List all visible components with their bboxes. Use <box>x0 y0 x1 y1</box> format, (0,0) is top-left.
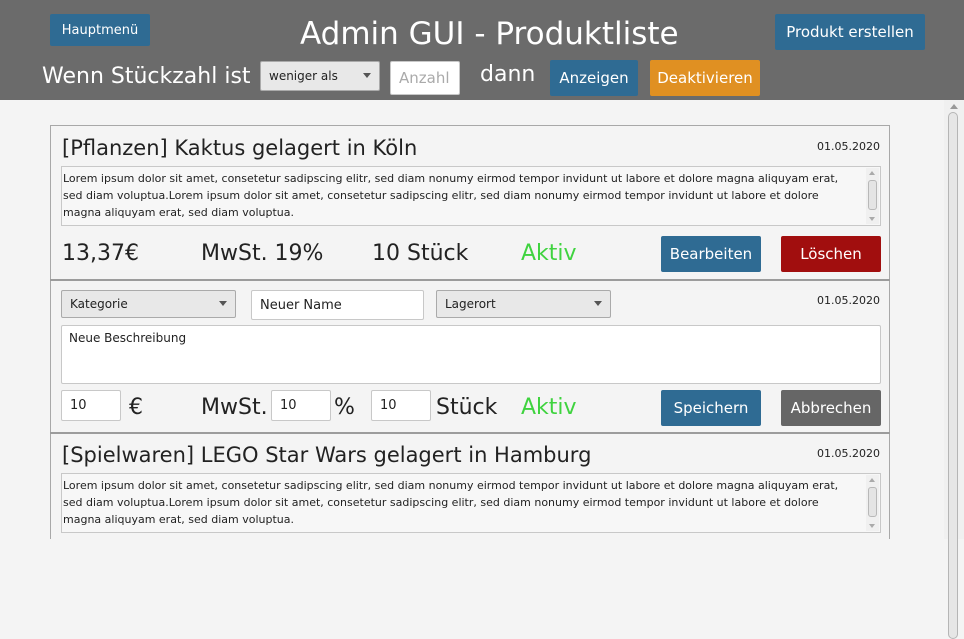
category-select[interactable]: Kategorie <box>61 290 236 318</box>
name-input[interactable]: Neuer Name <box>251 290 424 320</box>
product-description-text: Lorem ipsum dolor sit amet, consetetur s… <box>63 479 839 526</box>
amount-placeholder: Anzahl <box>399 69 450 87</box>
filter-comparison-value: weniger als <box>269 69 338 83</box>
product-description[interactable]: Lorem ipsum dolor sit amet, consetetur s… <box>61 166 881 226</box>
row-divider <box>50 432 890 434</box>
editor-date: 01.05.2020 <box>817 294 880 307</box>
page-title: Admin GUI - Produktliste <box>300 16 679 52</box>
save-button[interactable]: Speichern <box>661 390 761 426</box>
scroll-up-arrow-icon[interactable] <box>950 104 958 109</box>
deactivate-button[interactable]: Deaktivieren <box>650 60 760 96</box>
edit-button[interactable]: Bearbeiten <box>661 236 761 272</box>
category-select-value: Kategorie <box>70 297 128 311</box>
description-scrollbar[interactable] <box>866 168 879 224</box>
chevron-down-icon <box>219 301 227 306</box>
name-input-value: Neuer Name <box>260 297 342 313</box>
vat-label: MwSt. <box>201 395 268 420</box>
product-stock: 10 Stück <box>372 241 469 266</box>
description-input-value: Neue Beschreibung <box>69 331 187 345</box>
show-button[interactable]: Anzeigen <box>550 60 638 96</box>
product-date: 01.05.2020 <box>817 140 880 153</box>
price-input[interactable]: 10 <box>61 390 121 421</box>
amount-input[interactable]: Anzahl <box>390 61 460 95</box>
chevron-down-icon <box>594 301 602 306</box>
cancel-button[interactable]: Abbrechen <box>781 390 881 426</box>
product-title: [Spielwaren] LEGO Star Wars gelagert in … <box>62 443 592 467</box>
delete-button[interactable]: Löschen <box>781 236 881 272</box>
filter-label: Wenn Stückzahl ist <box>42 64 251 89</box>
product-vat: MwSt. 19% <box>201 241 324 266</box>
main-menu-button[interactable]: Hauptmenü <box>50 14 150 46</box>
vat-input-value: 10 <box>280 398 297 413</box>
scrollbar-thumb[interactable] <box>948 112 958 639</box>
product-status: Aktiv <box>521 241 577 266</box>
product-description-text: Lorem ipsum dolor sit amet, consetetur s… <box>63 172 839 219</box>
product-price: 13,37€ <box>62 241 139 266</box>
percent-label: % <box>334 395 355 420</box>
stock-unit-label: Stück <box>436 395 498 420</box>
page-scrollbar[interactable] <box>944 100 964 639</box>
currency-label: € <box>129 395 143 420</box>
price-input-value: 10 <box>70 398 87 413</box>
row-divider <box>50 279 890 281</box>
vat-input[interactable]: 10 <box>271 390 331 421</box>
description-input[interactable]: Neue Beschreibung <box>61 325 881 384</box>
stock-input[interactable]: 10 <box>371 390 431 421</box>
product-description[interactable]: Lorem ipsum dolor sit amet, consetetur s… <box>61 473 881 533</box>
editor-status: Aktiv <box>521 395 577 420</box>
chevron-down-icon <box>363 73 371 78</box>
description-scrollbar[interactable] <box>866 475 879 531</box>
filter-comparison-select[interactable]: weniger als <box>260 61 380 91</box>
create-product-button[interactable]: Produkt erstellen <box>775 14 925 50</box>
location-select-value: Lagerort <box>445 297 496 311</box>
stock-input-value: 10 <box>380 398 397 413</box>
product-title: [Pflanzen] Kaktus gelagert in Köln <box>62 136 418 160</box>
filter-then-label: dann <box>480 62 536 87</box>
location-select[interactable]: Lagerort <box>436 290 611 318</box>
product-date: 01.05.2020 <box>817 447 880 460</box>
